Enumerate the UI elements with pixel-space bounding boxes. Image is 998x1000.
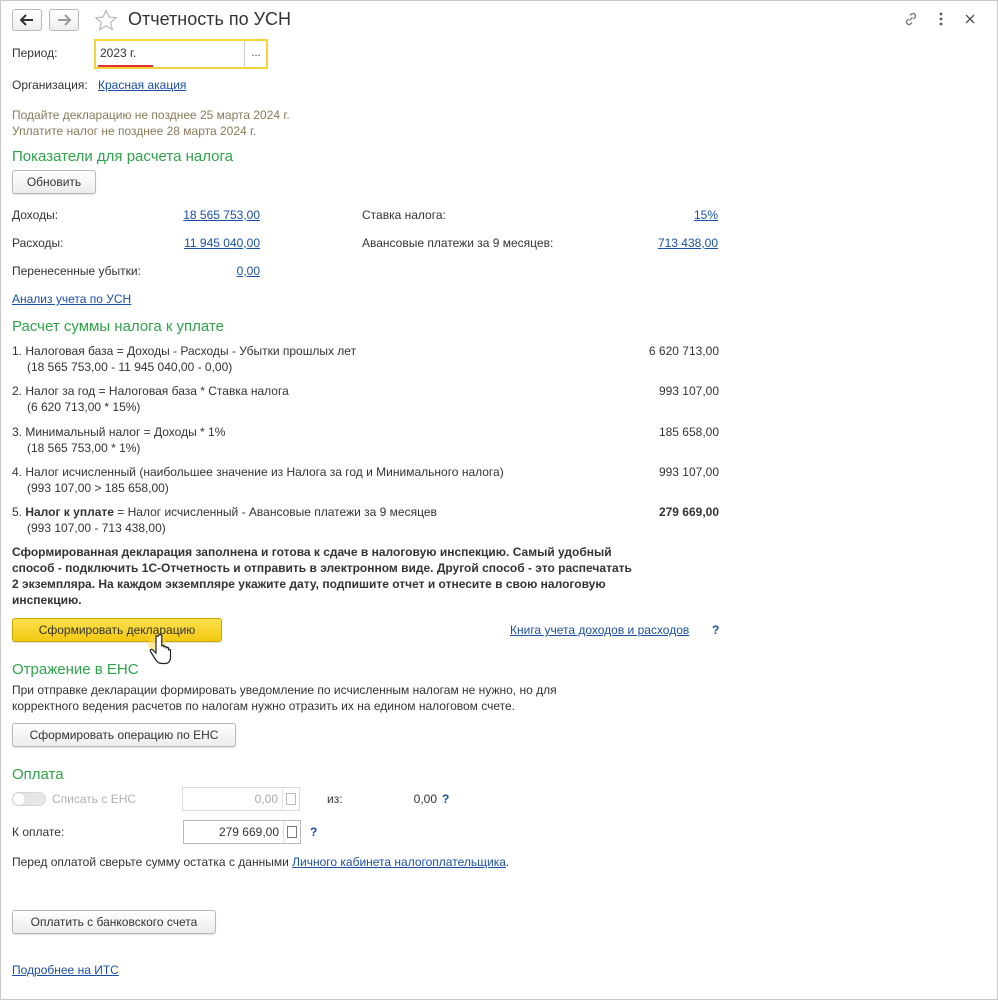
calc-row-3-text: 3. Минимальный налог = Доходы * 1% [12, 425, 226, 439]
payment-deadline: Уплатите налог не позднее 28 марта 2024 … [12, 124, 257, 138]
period-select-button[interactable]: ... [244, 41, 267, 67]
declaration-message-line2: способ - подключить 1С-Отчетность и отпр… [12, 561, 632, 575]
calculation-heading: Расчет суммы налога к уплате [12, 318, 224, 335]
book-help-icon[interactable]: ? [712, 623, 719, 637]
calc-row-5-value: 279 669,00 [658, 505, 719, 519]
income-expense-book-link[interactable]: Книга учета доходов и расходов [510, 623, 689, 637]
expenses-value[interactable]: 11 945 040,00 [150, 236, 260, 250]
back-button[interactable] [12, 9, 42, 31]
payment-note: Перед оплатой сверьте сумму остатка с да… [12, 855, 509, 869]
analysis-link[interactable]: Анализ учета по УСН [12, 292, 131, 306]
ens-text-line1: При отправке декларации формировать увед… [12, 683, 557, 697]
form-declaration-button[interactable]: Сформировать декларацию [12, 618, 222, 642]
star-icon[interactable] [94, 9, 118, 31]
of-value: 0,00 [413, 792, 437, 806]
indicators-heading: Показатели для расчета налога [12, 148, 233, 165]
income-label: Доходы: [12, 208, 59, 222]
topay-value: 279 669,00 [218, 825, 279, 839]
payment-heading: Оплата [12, 766, 64, 783]
calculator-icon [287, 826, 297, 838]
of-label: из: [327, 792, 343, 806]
ens-heading: Отражение в ЕНС [12, 661, 139, 678]
advance-value[interactable]: 713 438,00 [620, 236, 718, 250]
ens-text-line2: корректного ведения расчетов по налогам … [12, 699, 516, 713]
advance-label: Авансовые платежи за 9 месяцев: [362, 236, 554, 250]
losses-value[interactable]: 0,00 [200, 264, 260, 278]
organization-link[interactable]: Красная акация [98, 78, 186, 92]
arrow-right-icon [58, 14, 72, 26]
topay-calc-button[interactable] [283, 821, 301, 843]
calc-row-1-value: 6 620 713,00 [648, 344, 719, 358]
window-title: Отчетность по УСН [128, 9, 292, 29]
topay-help-icon[interactable]: ? [310, 825, 317, 839]
calc-row-5-rest: = Налог исчисленный - Авансовые платежи … [113, 505, 437, 519]
topay-label: К оплате: [12, 825, 65, 839]
hand-cursor-icon [148, 633, 172, 665]
calc-row-5-prefix: 5. [12, 505, 26, 519]
calc-row-3-detail: (18 565 753,00 * 1%) [27, 441, 141, 455]
taxpayer-cabinet-link[interactable]: Личного кабинета налогоплательщика [292, 855, 506, 869]
arrow-left-icon [19, 14, 33, 26]
calc-row-2-text: 2. Налог за год = Налоговая база * Ставк… [12, 384, 289, 398]
ens-toggle-knob [13, 793, 25, 805]
declaration-message-line3: 2 экземпляра. На каждом экземпляре укажи… [12, 577, 606, 591]
calc-row-4-detail: (993 107,00 > 185 658,00) [27, 481, 169, 495]
refresh-button[interactable]: Обновить [12, 170, 96, 194]
its-link[interactable]: Подробнее на ИТС [12, 963, 119, 977]
payment-note-prefix: Перед оплатой сверьте сумму остатка с да… [12, 855, 293, 869]
payment-note-suffix: . [505, 855, 510, 869]
declaration-deadline: Подайте декларацию не позднее 25 марта 2… [12, 108, 290, 122]
ens-amount-value: 0,00 [254, 792, 278, 806]
calc-row-4-value: 993 107,00 [658, 465, 719, 479]
losses-label: Перенесенные убытки: [12, 264, 141, 278]
pay-bank-button[interactable]: Оплатить с банковского счета [12, 910, 216, 934]
calc-row-3-value: 185 658,00 [658, 425, 719, 439]
calc-row-1-text: 1. Налоговая база = Доходы - Расходы - У… [12, 344, 357, 358]
ens-toggle-label: Списать с ЕНС [52, 792, 137, 806]
rate-label: Ставка налога: [362, 208, 446, 222]
link-icon[interactable] [903, 11, 919, 27]
ens-calc-button [282, 788, 300, 810]
declaration-message-line4: инспекцию. [12, 593, 82, 607]
ens-help-icon[interactable]: ? [442, 792, 449, 806]
close-icon[interactable] [965, 14, 975, 24]
income-value[interactable]: 18 565 753,00 [150, 208, 260, 222]
period-value: 2023 г. [100, 46, 137, 60]
calc-row-5-detail: (993 107,00 - 713 438,00) [27, 521, 166, 535]
rate-value[interactable]: 15% [660, 208, 718, 222]
topay-field[interactable]: 279 669,00 [183, 820, 301, 844]
calc-row-2-value: 993 107,00 [658, 384, 719, 398]
calc-row-2-detail: (6 620 713,00 * 15%) [27, 400, 141, 414]
forward-button[interactable] [49, 9, 79, 31]
calculator-icon [286, 793, 296, 805]
calc-row-5-bold: Налог к уплате [25, 505, 114, 519]
declaration-message-line1: Сформированная декларация заполнена и го… [12, 545, 612, 559]
ens-toggle[interactable] [12, 792, 46, 806]
calc-row-1-detail: (18 565 753,00 - 11 945 040,00 - 0,00) [27, 360, 233, 374]
more-icon[interactable] [936, 12, 946, 26]
calc-row-5-text: 5. Налог к уплате = Налог исчисленный - … [12, 505, 437, 519]
period-field[interactable]: 2023 г. ... [94, 39, 268, 69]
organization-label: Организация: [12, 78, 88, 92]
calc-row-4-text: 4. Налог исчисленный (наибольшее значени… [12, 465, 504, 479]
ens-amount-field: 0,00 [182, 787, 300, 811]
period-label: Период: [12, 46, 58, 60]
ens-operation-button[interactable]: Сформировать операцию по ЕНС [12, 723, 236, 747]
period-underline [98, 65, 153, 67]
expenses-label: Расходы: [12, 236, 64, 250]
